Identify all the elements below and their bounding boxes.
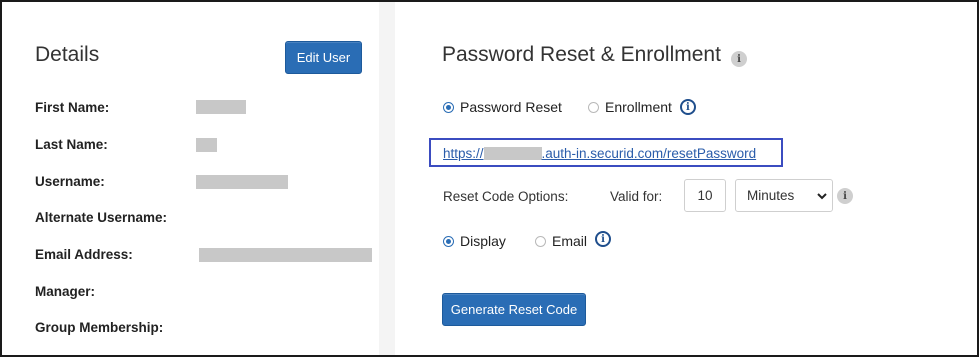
app-frame: Details Edit User First Name: Last Name:… [0, 0, 979, 357]
edit-user-button[interactable]: Edit User [285, 41, 362, 74]
info-icon[interactable]: i [837, 188, 853, 204]
valid-for-value: 10 [697, 188, 713, 203]
valid-for-unit-select[interactable]: Minutes [735, 179, 833, 212]
username-label: Username: [35, 174, 105, 189]
password-reset-option[interactable]: Password Reset [443, 99, 562, 115]
display-label: Display [460, 233, 506, 249]
reset-password-link[interactable]: https:// .auth-in.securid.com/resetPasswo… [443, 146, 756, 161]
enrollment-label: Enrollment [605, 99, 672, 115]
password-reset-radio[interactable] [443, 101, 454, 113]
manager-label: Manager: [35, 284, 96, 299]
unit-selected-value: Minutes [747, 188, 795, 203]
alternate-username-label: Alternate Username: [35, 210, 168, 225]
reset-title: Password Reset & Enrollment [442, 43, 721, 66]
reset-link-tenant-redacted [483, 147, 542, 160]
info-icon[interactable]: i [731, 51, 747, 67]
enrollment-radio[interactable] [588, 101, 599, 113]
valid-for-input[interactable]: 10 [684, 179, 726, 212]
first-name-value-redacted [196, 100, 246, 114]
details-title: Details [35, 43, 100, 66]
email-value-redacted [199, 248, 372, 262]
reset-link-prefix: https:// [443, 146, 484, 161]
username-value-redacted [196, 175, 288, 189]
display-radio[interactable] [443, 235, 454, 247]
first-name-label: First Name: [35, 100, 110, 115]
last-name-value-redacted [196, 138, 217, 152]
generate-reset-code-button[interactable]: Generate Reset Code [442, 293, 586, 326]
details-panel: Details Edit User First Name: Last Name:… [2, 2, 379, 355]
email-option[interactable]: Email i [535, 231, 612, 249]
last-name-label: Last Name: [35, 137, 108, 152]
enrollment-option[interactable]: Enrollment i [588, 99, 696, 115]
email-address-label: Email Address: [35, 247, 133, 262]
email-radio[interactable] [535, 235, 546, 247]
chevron-down-icon [817, 192, 827, 199]
display-option[interactable]: Display [443, 233, 506, 249]
info-icon[interactable]: i [679, 99, 696, 115]
reset-code-options-label: Reset Code Options: [443, 189, 569, 204]
reset-link-suffix: .auth-in.securid.com/resetPassword [541, 146, 757, 161]
group-membership-label: Group Membership: [35, 320, 164, 335]
info-icon[interactable]: i [595, 231, 612, 247]
valid-for-label: Valid for: [610, 189, 663, 204]
password-reset-label: Password Reset [460, 99, 562, 115]
email-label: Email [552, 233, 588, 249]
